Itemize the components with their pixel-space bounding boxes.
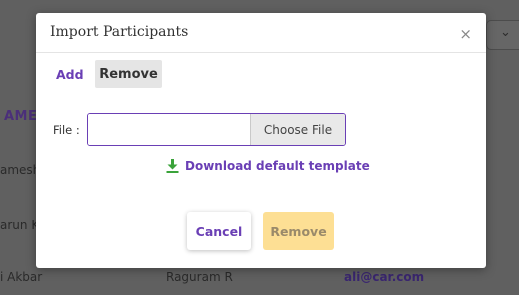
chevron-down-icon: ⌄ xyxy=(500,25,511,40)
download-icon xyxy=(166,159,179,173)
import-participants-modal: Import Participants × Add Remove File : … xyxy=(36,13,486,268)
download-template-label: Download default template xyxy=(185,159,370,173)
tab-remove[interactable]: Remove xyxy=(95,60,162,88)
background-row-name: arun K xyxy=(0,218,40,232)
file-label: File : xyxy=(53,123,80,137)
tab-add[interactable]: Add xyxy=(50,60,90,88)
file-input[interactable]: Choose File xyxy=(87,113,346,146)
choose-file-button[interactable]: Choose File xyxy=(250,114,345,145)
download-template-link[interactable]: Download default template xyxy=(166,159,370,173)
close-icon[interactable]: × xyxy=(459,25,472,43)
modal-title: Import Participants xyxy=(50,24,189,40)
background-row-name: i Akbar xyxy=(0,270,43,284)
modal-header: Import Participants × xyxy=(36,13,486,53)
file-path-field[interactable] xyxy=(88,114,250,145)
background-row-col2: Raguram R xyxy=(166,270,233,284)
cancel-button[interactable]: Cancel xyxy=(187,212,251,250)
background-row-email: ali@car.com xyxy=(344,270,425,284)
background-column-heading: AME xyxy=(4,109,38,124)
background-row-name: amesh xyxy=(0,163,41,177)
remove-button[interactable]: Remove xyxy=(263,212,334,250)
